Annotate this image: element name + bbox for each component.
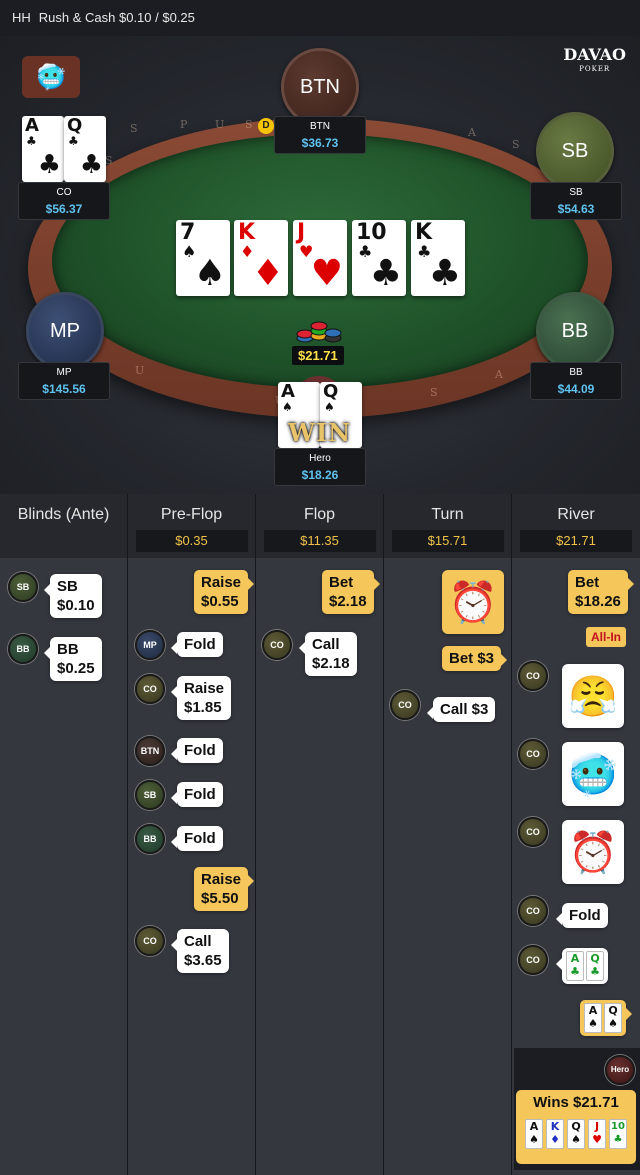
co-hole-card-2: Q ♣ ♣ [64,115,106,182]
hero-emote: ⏰ [442,570,504,634]
frozen-face-icon: 🥶 [36,63,66,91]
hero-action-bubble: Bet $3 [442,646,508,671]
action-bubble: Fold [171,782,223,807]
co-hole-card-1: A ♣ ♣ [22,115,64,182]
co-chip: CO [518,739,548,769]
angry-face-icon: 😤 [568,674,618,719]
hero-action-bubble: Bet $18.26 [568,570,634,614]
mini-card: J ♥ [588,1119,606,1149]
mini-card: Q ♠ [567,1119,585,1149]
btn-nameplate[interactable]: BTN $36.73 [274,116,366,154]
bb-chip: BB [8,634,38,664]
co-chip: CO [518,817,548,847]
action-bubble: Fold [171,826,223,851]
mini-card: A ♠ [525,1119,543,1149]
dealer-button: D [258,118,274,134]
game-title: Rush & Cash $0.10 / $0.25 [38,10,195,25]
mini-card: K ♦ [546,1119,564,1149]
action-bubble: Call $3 [426,697,496,722]
btn-chip: BTN [135,736,165,766]
action-bubble: Fold [171,632,223,657]
pot-amount: $21.71 [292,346,344,365]
win-badge: WIN [288,418,352,447]
street-header-river[interactable]: River $21.71 [512,494,640,558]
co-shown-cards: A ♣ Q ♣ [556,948,608,984]
street-header-preflop[interactable]: Pre-Flop $0.35 [128,494,256,558]
all-in-badge: All-In [586,627,626,647]
hand-history-header: HH Rush & Cash $0.10 / $0.25 [0,0,640,36]
hero-action-bubble: Bet $2.18 [322,570,380,614]
action-bubble: Fold [171,738,223,763]
rail-letter: S [130,122,138,135]
alarm-clock-icon: ⏰ [568,830,618,875]
mp-nameplate[interactable]: MP $145.56 [18,362,110,400]
mini-card: 10 ♣ [609,1119,627,1149]
co-chip: CO [518,661,548,691]
action-bubble: SB $0.10 [44,574,102,618]
co-chip: CO [135,674,165,704]
mp-chip: MP [135,630,165,660]
bb-nameplate[interactable]: BB $44.09 [530,362,622,400]
co-emote: 😤 [562,664,624,728]
hero-chip: Hero [605,1055,635,1085]
frozen-face-icon: 🥶 [568,752,618,797]
co-chip: CO [262,630,292,660]
action-bubble: Call $2.18 [299,632,357,676]
board-card-5: K ♣ ♣ [411,220,465,296]
co-chip: CO [135,926,165,956]
alarm-clock-icon: ⏰ [448,580,498,625]
wins-box: Wins $21.71 A ♠ K ♦ Q ♠ J ♥ 10 ♣ [516,1090,636,1164]
co-emote: ⏰ [562,820,624,884]
co-chat-emote: 🥶 [22,56,80,98]
rail-letter: S [105,154,113,167]
rail-letter: U [135,364,145,377]
board-card-2: K ♦ ♦ [234,220,288,296]
co-chip: CO [390,690,420,720]
wins-label: Wins $21.71 [533,1094,619,1111]
street-header-flop[interactable]: Flop $11.35 [256,494,384,558]
sb-avatar[interactable]: SB [536,112,614,190]
sb-chip: SB [135,780,165,810]
action-bubble: Fold [556,903,608,928]
hh-tag: HH [12,10,31,25]
hero-action-bubble: Raise $0.55 [194,570,255,614]
bb-chip: BB [135,824,165,854]
board-card-3: J ♥ ♥ [293,220,347,296]
action-bubble: Call $3.65 [171,929,229,973]
rail-letter: S [245,118,253,131]
bb-avatar[interactable]: BB [536,292,614,370]
mp-avatar[interactable]: MP [26,292,104,370]
co-chip: CO [518,945,548,975]
mini-card: A ♠ [584,1003,602,1033]
hero-action-bubble: Raise $5.50 [194,867,255,911]
mini-card: Q ♣ [586,951,604,981]
rail-letter: U [215,118,225,131]
btn-avatar[interactable]: BTN [281,48,359,126]
sb-nameplate[interactable]: SB $54.63 [530,182,622,220]
rail-letter: P [180,118,188,131]
co-nameplate[interactable]: CO $56.37 [18,182,110,220]
rail-letter: S [430,386,438,399]
street-header-blinds[interactable]: Blinds (Ante) [0,494,128,558]
mini-card: Q ♠ [604,1003,622,1033]
action-bubble: BB $0.25 [44,637,102,681]
street-header-turn[interactable]: Turn $15.71 [384,494,512,558]
hero-nameplate[interactable]: Hero $18.26 [274,448,366,486]
board-card-1: 7 ♠ ♠ [176,220,230,296]
co-chip: CO [518,896,548,926]
winning-hand: A ♠ K ♦ Q ♠ J ♥ 10 ♣ [516,1119,636,1149]
rail-letter: A [495,368,503,381]
sb-chip: SB [8,572,38,602]
hero-shown-cards: A ♠ Q ♠ [580,1000,632,1036]
co-emote: 🥶 [562,742,624,806]
board-card-4: 10 ♣ ♣ [352,220,406,296]
action-bubble: Raise $1.85 [170,676,232,720]
rail-letter: S [512,138,520,151]
davao-poker-logo: DAVAO POKER [563,45,626,74]
rail-letter: A [468,126,476,139]
pot-chips-icon [293,318,345,346]
mini-card: A ♣ [566,951,584,981]
